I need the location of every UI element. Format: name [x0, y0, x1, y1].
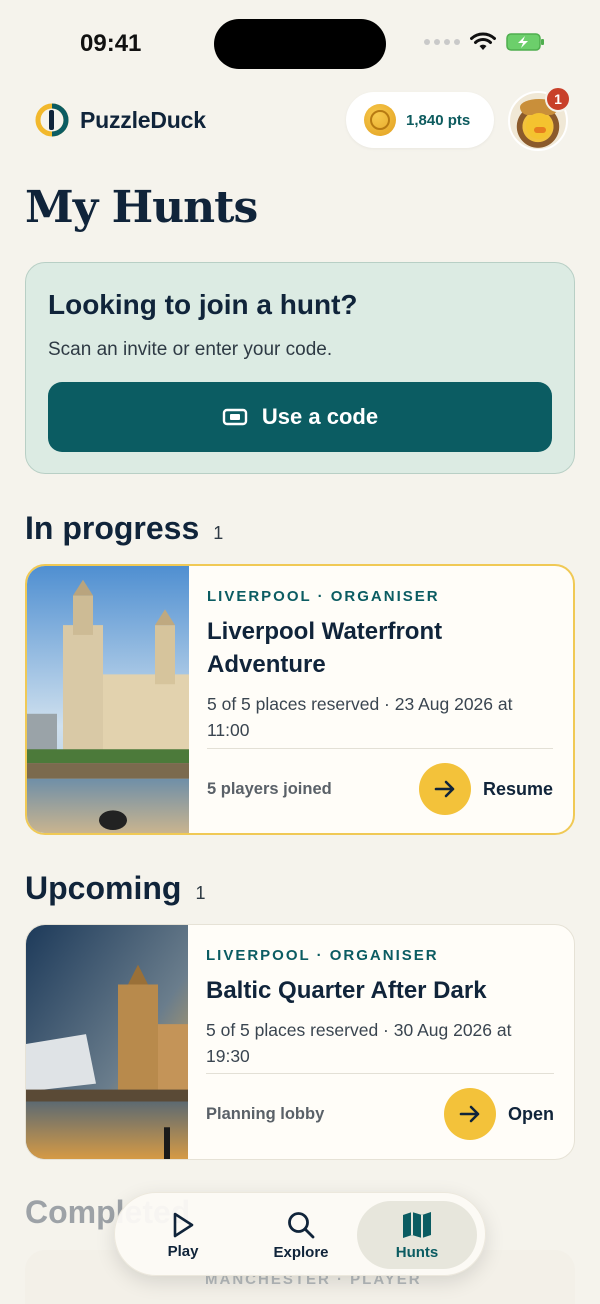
app-name: PuzzleDuck [80, 106, 206, 133]
page-title: My Hunts [25, 182, 258, 233]
use-code-button[interactable]: Use a code [48, 382, 552, 452]
hunt-details: LIVERPOOL · ORGANISER Baltic Quarter Aft… [206, 925, 554, 1069]
hunt-meta: LIVERPOOL · ORGANISER [207, 588, 440, 605]
tab-bar: Play Explore Hunts [114, 1192, 486, 1276]
tab-play[interactable]: Play [123, 1201, 243, 1269]
points-balance[interactable]: 1,840 pts [346, 92, 494, 148]
section-count: 1 [213, 523, 224, 543]
points-value: 1,840 pts [406, 111, 471, 129]
signal-icon [424, 39, 460, 45]
status-bar: 09:41 [0, 0, 600, 88]
search-icon [288, 1211, 315, 1238]
hunt-meta: LIVERPOOL · ORGANISER [206, 947, 439, 964]
hunt-status: 5 players joined [207, 780, 332, 798]
wifi-icon [470, 32, 496, 50]
divider [206, 1073, 554, 1074]
section-title: In progress [25, 510, 200, 546]
app-logo[interactable]: PuzzleDuck [34, 102, 206, 138]
map-icon [403, 1211, 431, 1238]
tab-explore[interactable]: Explore [241, 1201, 361, 1269]
hunt-title: Baltic Quarter After Dark [206, 977, 487, 1004]
tab-label: Explore [273, 1243, 329, 1261]
use-code-label: Use a code [261, 404, 379, 429]
hunt-image [26, 925, 188, 1159]
resume-button[interactable]: Resume [418, 763, 553, 815]
notification-badge: 1 [545, 86, 571, 112]
tab-hunts[interactable]: Hunts [357, 1201, 477, 1269]
tab-label: Play [167, 1242, 199, 1260]
hunt-info: 5 of 5 places reserved · 23 Aug 2026 at … [207, 694, 513, 740]
hunt-title: Liverpool Waterfront Adventure [207, 618, 443, 678]
hunt-image [27, 566, 189, 833]
action-label: Resume [482, 778, 553, 799]
puzzleduck-logo-icon [35, 103, 69, 137]
play-icon [173, 1212, 194, 1237]
status-icons [424, 32, 546, 52]
upcoming-header: Upcoming 1 [25, 870, 205, 907]
arrow-right-icon [443, 1088, 496, 1140]
coin-icon [364, 104, 396, 136]
battery-charging-icon [506, 33, 544, 51]
join-card-subtitle: Scan an invite or enter your code. [48, 339, 333, 360]
hunt-card-liverpool-waterfront[interactable]: LIVERPOOL · ORGANISER Liverpool Waterfro… [25, 564, 575, 835]
dynamic-island [214, 19, 386, 69]
divider [207, 748, 553, 749]
hunt-info: 5 of 5 places reserved · 30 Aug 2026 at … [206, 1020, 512, 1066]
ticket-icon [222, 408, 248, 426]
hunt-status: Planning lobby [206, 1105, 325, 1123]
section-count: 1 [195, 883, 206, 903]
open-button[interactable]: Open [443, 1088, 554, 1140]
in-progress-header: In progress 1 [25, 510, 223, 547]
section-title: Upcoming [25, 870, 182, 906]
arrow-right-icon [418, 763, 471, 815]
app-header: PuzzleDuck 1,840 pts [0, 90, 600, 152]
action-label: Open [507, 1103, 554, 1124]
join-hunt-card: Looking to join a hunt? Scan an invite o… [25, 262, 575, 474]
tab-label: Hunts [395, 1243, 439, 1261]
hunt-card-baltic-quarter[interactable]: LIVERPOOL · ORGANISER Baltic Quarter Aft… [25, 924, 575, 1160]
hunt-details: LIVERPOOL · ORGANISER Liverpool Waterfro… [207, 566, 553, 743]
status-time: 09:41 [80, 30, 142, 57]
join-card-title: Looking to join a hunt? [48, 289, 358, 320]
